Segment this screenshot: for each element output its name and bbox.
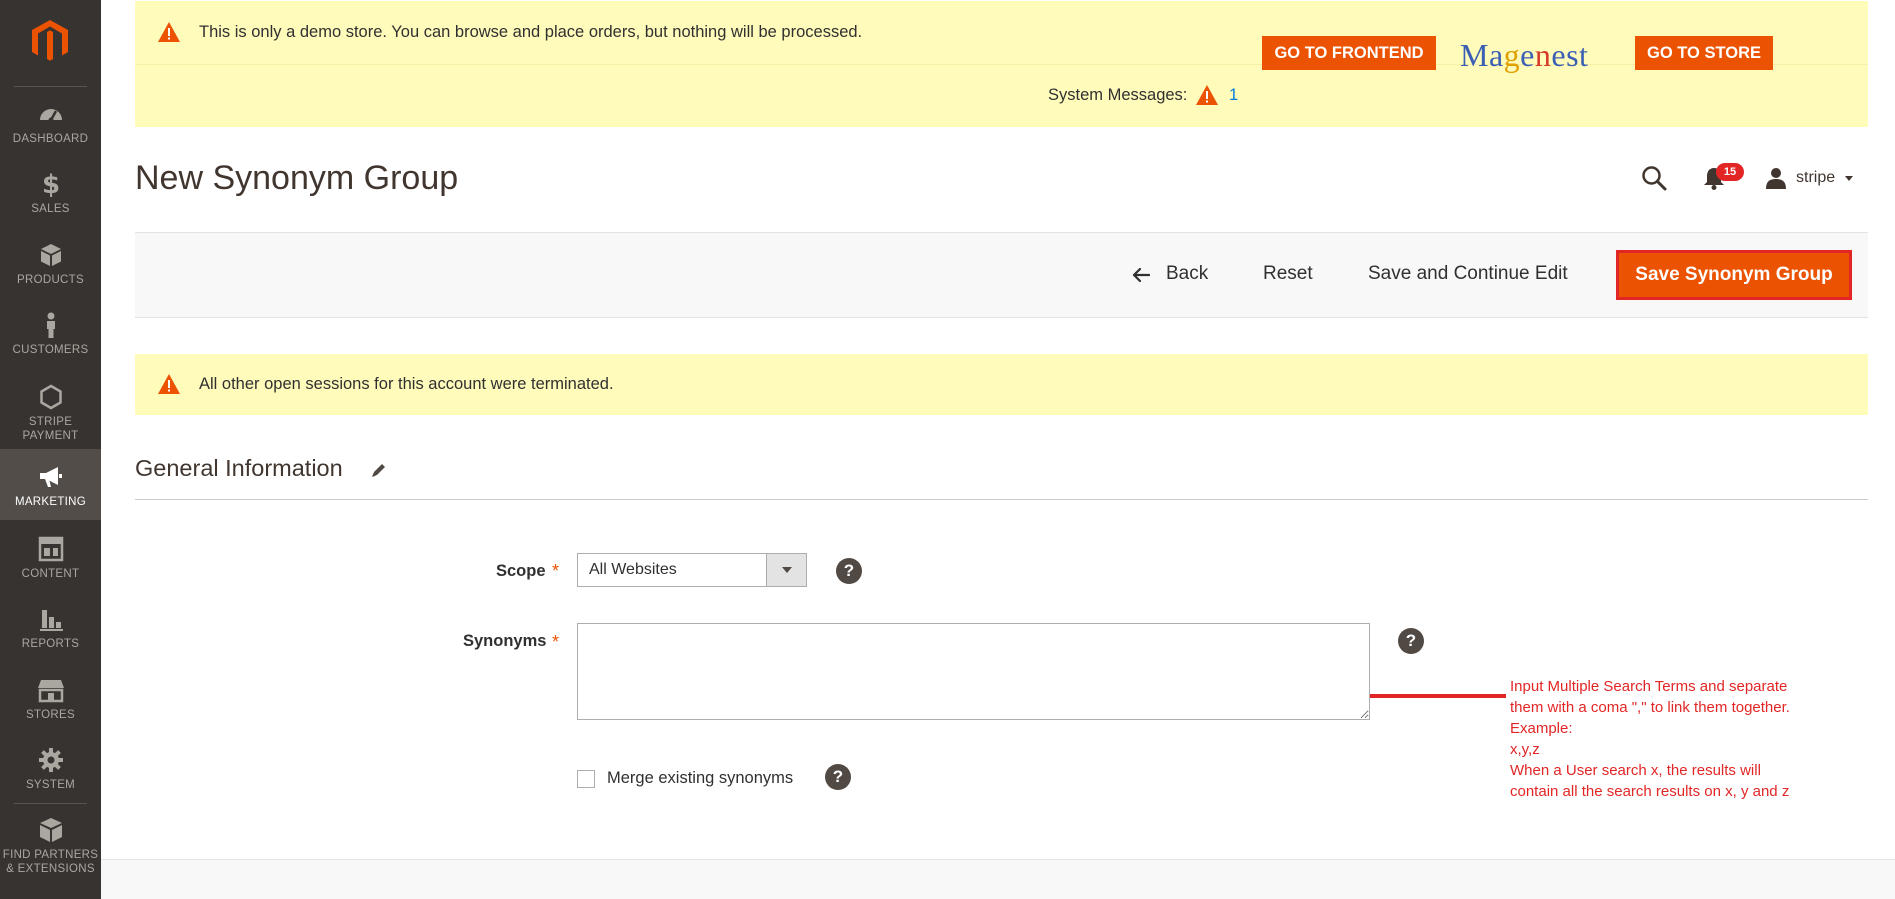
save-and-continue-button[interactable]: Save and Continue Edit [1368, 263, 1568, 285]
sidebar-item-customers[interactable]: CUSTOMERS [0, 311, 101, 381]
annotation-line: x,y,z [1510, 741, 1540, 758]
sidebar-item-label: FIND PARTNERS & EXTENSIONS [2, 849, 99, 875]
sidebar-divider [14, 803, 87, 804]
sidebar-item-label: CONTENT [21, 568, 80, 580]
hexagon-icon [39, 384, 62, 410]
sidebar-item-stripe-payment[interactable]: STRIPE PAYMENT [0, 383, 101, 449]
user-account-menu[interactable]: stripe [1764, 164, 1854, 192]
magenest-logo[interactable]: Magenest [1460, 37, 1588, 74]
sidebar-item-label: SALES [31, 203, 70, 215]
annotation-line: When a User search x, the results will [1510, 762, 1761, 779]
scope-selected-value: All Websites [589, 561, 677, 578]
bar-chart-icon [39, 610, 63, 631]
annotation-line: contain all the search results on x, y a… [1510, 783, 1790, 800]
storefront-icon [37, 680, 64, 703]
sidebar-item-dashboard[interactable]: DASHBOARD [0, 100, 101, 170]
sidebar-item-find-partners[interactable]: FIND PARTNERS & EXTENSIONS [0, 816, 101, 896]
go-to-store-button[interactable]: GO TO STORE [1635, 36, 1773, 70]
sidebar-item-stores[interactable]: STORES [0, 676, 101, 746]
megaphone-icon [39, 467, 62, 487]
sidebar-item-reports[interactable]: REPORTS [0, 605, 101, 675]
svg-text:$: $ [41, 170, 59, 198]
annotation-note: Input Multiple Search Terms and separate… [1510, 676, 1840, 802]
demo-notice-banner: This is only a demo store. You can brows… [135, 1, 1868, 127]
section-title: General Information [135, 455, 343, 481]
search-icon[interactable] [1640, 164, 1668, 192]
system-warning-icon[interactable] [1195, 84, 1219, 106]
demo-notice-text: This is only a demo store. You can brows… [199, 23, 863, 41]
scope-select[interactable]: All Websites [577, 553, 807, 587]
back-button[interactable]: Back [1166, 263, 1208, 285]
sidebar-item-label: STORES [26, 709, 75, 721]
notification-count-badge[interactable]: 15 [1716, 163, 1744, 181]
required-mark: * [552, 632, 560, 652]
system-messages-label: System Messages: [1048, 86, 1188, 104]
user-icon [1766, 168, 1786, 189]
gear-icon [38, 748, 63, 772]
annotation-line: Example: [1510, 720, 1573, 737]
layout-icon [38, 536, 63, 562]
dashboard-icon [39, 109, 62, 123]
scope-label: Scope [496, 562, 546, 580]
sidebar-item-content[interactable]: CONTENT [0, 535, 101, 605]
warning-icon [158, 374, 180, 394]
annotation-pointer-line [1370, 694, 1506, 698]
sidebar-item-label: SYSTEM [25, 779, 76, 791]
annotation-line: them with a coma "," to link them togeth… [1510, 699, 1790, 716]
cubes-icon [39, 818, 62, 842]
scope-help-icon[interactable]: ? [836, 558, 862, 584]
sidebar-item-label: CUSTOMERS [12, 344, 89, 356]
sidebar-item-label: MARKETING [14, 496, 87, 508]
banner-divider [135, 64, 1868, 65]
sidebar-item-system[interactable]: SYSTEM [0, 746, 101, 816]
page-title: New Synonym Group [135, 159, 459, 197]
person-icon [46, 312, 55, 338]
magento-logo-icon[interactable] [28, 18, 72, 62]
section-divider [135, 499, 1868, 500]
save-synonym-group-button[interactable]: Save Synonym Group [1616, 250, 1852, 300]
sidebar-item-label: REPORTS [21, 638, 80, 650]
session-message: All other open sessions for this account… [135, 354, 1868, 415]
dollar-icon: $ [41, 170, 59, 198]
pencil-icon[interactable] [370, 461, 388, 479]
sidebar-item-sales[interactable]: $ SALES [0, 170, 101, 240]
sidebar-item-label: PRODUCTS [17, 274, 84, 286]
sidebar-item-label: DASHBOARD [12, 133, 89, 145]
merge-help-icon[interactable]: ? [825, 764, 851, 790]
chevron-down-icon [1845, 175, 1854, 181]
sidebar-item-marketing[interactable]: MARKETING [0, 449, 101, 520]
arrow-left-icon[interactable] [1131, 266, 1151, 284]
merge-synonyms-checkbox[interactable] [577, 770, 595, 788]
sidebar-item-label: STRIPE PAYMENT [22, 416, 79, 442]
merge-synonyms-label[interactable]: Merge existing synonyms [607, 769, 793, 788]
system-messages-count[interactable]: 1 [1229, 86, 1238, 105]
synonyms-help-icon[interactable]: ? [1398, 628, 1424, 654]
reset-button[interactable]: Reset [1263, 263, 1313, 285]
box-icon [40, 244, 61, 266]
username: stripe [1796, 169, 1836, 186]
chevron-down-icon [766, 554, 806, 586]
admin-sidebar: DASHBOARD $ SALES PRODUCTS CUSTOMERS STR… [0, 0, 101, 899]
session-message-text: All other open sessions for this account… [199, 375, 614, 393]
sidebar-item-products[interactable]: PRODUCTS [0, 241, 101, 311]
sidebar-divider [14, 86, 87, 87]
synonyms-textarea[interactable] [577, 623, 1370, 720]
annotation-line: Input Multiple Search Terms and separate [1510, 678, 1788, 695]
page-actions-toolbar [135, 232, 1868, 318]
required-mark: * [552, 561, 560, 581]
go-to-frontend-button[interactable]: GO TO FRONTEND [1262, 36, 1436, 70]
synonyms-label: Synonyms [463, 632, 547, 650]
warning-icon [158, 22, 180, 42]
page-footer [101, 859, 1895, 899]
